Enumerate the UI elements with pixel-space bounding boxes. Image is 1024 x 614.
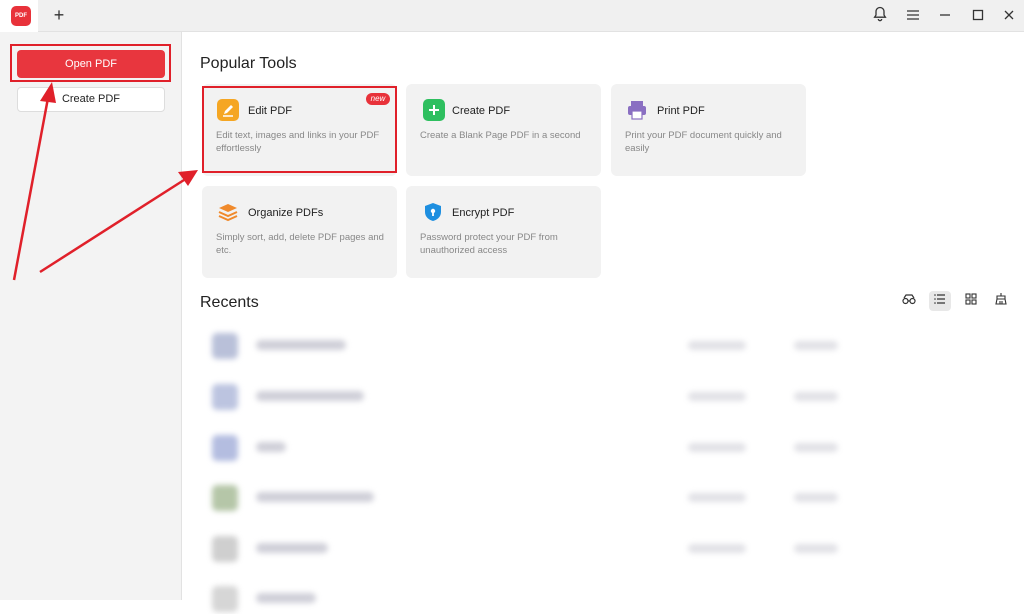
arrowhead-edit-pdf	[178, 170, 198, 186]
arrow-to-edit-pdf	[39, 178, 185, 274]
arrow-to-open-pdf	[12, 97, 50, 281]
annotation-arrows	[12, 82, 198, 281]
arrowhead-open-pdf	[40, 82, 56, 103]
